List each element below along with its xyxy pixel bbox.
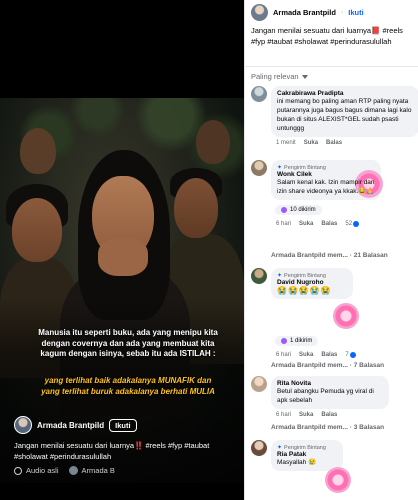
comment-actions: 6 hari Suka Balas 7 bbox=[271, 352, 359, 358]
comment-time[interactable]: 6 hari bbox=[276, 221, 291, 227]
comment: ✦ Pengirim Bintang Wonk Cilek Salam kenal… bbox=[251, 160, 383, 227]
comment: Rita Novita Betul abangku Pemuda yg vira… bbox=[251, 376, 389, 418]
video-author-row: Armada Brantpild Ikuti bbox=[14, 416, 137, 434]
avatar[interactable] bbox=[251, 440, 267, 456]
comment-text: Salam kenal kak. Izin mampir dan izin sh… bbox=[277, 179, 375, 195]
comment-actions: 6 hari Suka Balas 52 bbox=[271, 221, 383, 227]
comment-time[interactable]: 6 hari bbox=[276, 412, 291, 418]
comment: Cakrabirawa Pradipta ini memang bo palin… bbox=[251, 86, 418, 146]
avatar[interactable] bbox=[251, 4, 268, 21]
reply-button[interactable]: Balas bbox=[321, 352, 337, 358]
separator-dot: · bbox=[340, 9, 344, 16]
star-gift-icon bbox=[281, 207, 287, 213]
star-icon: ✦ bbox=[277, 165, 283, 171]
star-icon: ✦ bbox=[277, 273, 283, 279]
view-replies-link[interactable]: Armada Brantpild mem... · 3 Balasan bbox=[271, 424, 384, 431]
left-person-face bbox=[12, 198, 62, 262]
reply-button[interactable]: Balas bbox=[321, 412, 337, 418]
avatar[interactable] bbox=[251, 376, 267, 392]
gift-sticker-icon bbox=[325, 467, 351, 493]
comment-text: 😭😭😭😭😭 bbox=[277, 286, 332, 295]
comment-bubble: ✦ Pengirim Bintang Wonk Cilek Salam kenal… bbox=[271, 160, 381, 200]
comment-bubble: ✦ Pengirim Bintang David Nugroho 😭😭😭😭😭 bbox=[271, 268, 353, 299]
divider bbox=[245, 66, 418, 67]
comment-bubble: Rita Novita Betul abangku Pemuda yg vira… bbox=[271, 376, 389, 409]
gift-sticker-icon bbox=[333, 303, 359, 329]
avatar[interactable] bbox=[14, 416, 32, 434]
like-icon bbox=[349, 352, 356, 358]
like-button[interactable]: Suka bbox=[299, 352, 313, 358]
sort-label: Paling relevan bbox=[251, 72, 299, 81]
audio-author-avatar bbox=[68, 466, 78, 475]
reaction-count[interactable]: 7 bbox=[345, 352, 356, 358]
main-person-hand bbox=[98, 238, 148, 276]
star-gift-icon bbox=[281, 338, 287, 344]
like-icon bbox=[353, 221, 360, 227]
comment-time[interactable]: 6 hari bbox=[276, 352, 291, 358]
sort-dropdown[interactable]: Paling relevan bbox=[251, 72, 308, 81]
avatar[interactable] bbox=[251, 160, 267, 176]
video-follow-button[interactable]: Ikuti bbox=[109, 418, 137, 432]
follow-button[interactable]: Ikuti bbox=[348, 8, 363, 17]
comment-actions: 1 menit Suka Balas bbox=[271, 140, 418, 146]
audio-author: Armada B bbox=[81, 466, 115, 475]
view-replies-link[interactable]: Armada Brantpild mem... · 21 Balasan bbox=[271, 252, 388, 259]
video-caption: Jangan menilai sesuatu dari luarnya‼️ #r… bbox=[14, 441, 210, 461]
reply-button[interactable]: Balas bbox=[326, 140, 342, 146]
reply-button[interactable]: Balas bbox=[321, 221, 337, 227]
comment-text: ini memang bo paling aman RTP paling nya… bbox=[277, 98, 412, 132]
star-sender-badge: ✦ Pengirim Bintang bbox=[277, 444, 326, 452]
music-icon bbox=[14, 466, 22, 475]
star-icon: ✦ bbox=[277, 445, 283, 451]
view-replies-link[interactable]: Armada Brantpild mem... · 7 Balasan bbox=[271, 362, 384, 369]
video-author-name[interactable]: Armada Brantpild bbox=[37, 421, 104, 430]
gift-count: 1 dikirim bbox=[275, 336, 319, 346]
star-sender-badge: ✦ Pengirim Bintang bbox=[277, 164, 326, 172]
gift-count: 10 dikirim bbox=[275, 205, 322, 215]
comment-bubble: Cakrabirawa Pradipta ini memang bo palin… bbox=[271, 86, 418, 137]
like-button[interactable]: Suka bbox=[299, 412, 313, 418]
comment-author[interactable]: Cakrabirawa Pradipta bbox=[277, 90, 413, 97]
comment-actions: 6 hari Suka Balas bbox=[271, 412, 389, 418]
video-panel[interactable]: Manusia itu seperti buku, ada yang menip… bbox=[0, 0, 244, 500]
comment-bubble: ✦ Pengirim Bintang Ria Patak Masyallah 😢 bbox=[271, 440, 343, 471]
background-person bbox=[196, 120, 230, 164]
comment-text: Masyallah 😢 bbox=[277, 459, 317, 466]
video-quote-text: Manusia itu seperti buku, ada yang menip… bbox=[38, 328, 218, 358]
comment-author[interactable]: Rita Novita bbox=[277, 380, 383, 387]
comment: ✦ Pengirim Bintang David Nugroho 😭😭😭😭😭 1 … bbox=[251, 268, 359, 358]
avatar[interactable] bbox=[251, 86, 267, 102]
comments-panel: Armada Brantpild · Ikuti Jangan menilai … bbox=[244, 0, 418, 500]
like-button[interactable]: Suka bbox=[299, 221, 313, 227]
star-sender-badge: ✦ Pengirim Bintang bbox=[277, 272, 326, 280]
post-author-name[interactable]: Armada Brantpild bbox=[273, 8, 336, 17]
comment-author[interactable]: David Nugroho bbox=[277, 279, 347, 286]
reaction-count[interactable]: 52 bbox=[345, 221, 360, 227]
avatar[interactable] bbox=[251, 268, 267, 284]
audio-label: Audio asli bbox=[26, 466, 59, 475]
background-person bbox=[20, 128, 56, 174]
comment-text: Betul abangku Pemuda yg viral di apk seb… bbox=[277, 388, 374, 404]
comment-author[interactable]: Ria Patak bbox=[277, 451, 337, 458]
chevron-down-icon bbox=[301, 74, 308, 79]
video-quote-highlight: yang terlihat baik adakalanya MUNAFIK da… bbox=[41, 376, 215, 396]
right-person-face bbox=[174, 178, 218, 238]
comment: ✦ Pengirim Bintang Ria Patak Masyallah 😢 bbox=[251, 440, 351, 495]
comment-time[interactable]: 1 menit bbox=[276, 140, 296, 146]
post-header: Armada Brantpild · Ikuti bbox=[251, 4, 364, 21]
audio-row[interactable]: Audio asli Armada B bbox=[14, 466, 115, 475]
post-caption: Jangan menilai sesuatu dari luarnya📕 #re… bbox=[251, 26, 403, 46]
like-button[interactable]: Suka bbox=[304, 140, 318, 146]
